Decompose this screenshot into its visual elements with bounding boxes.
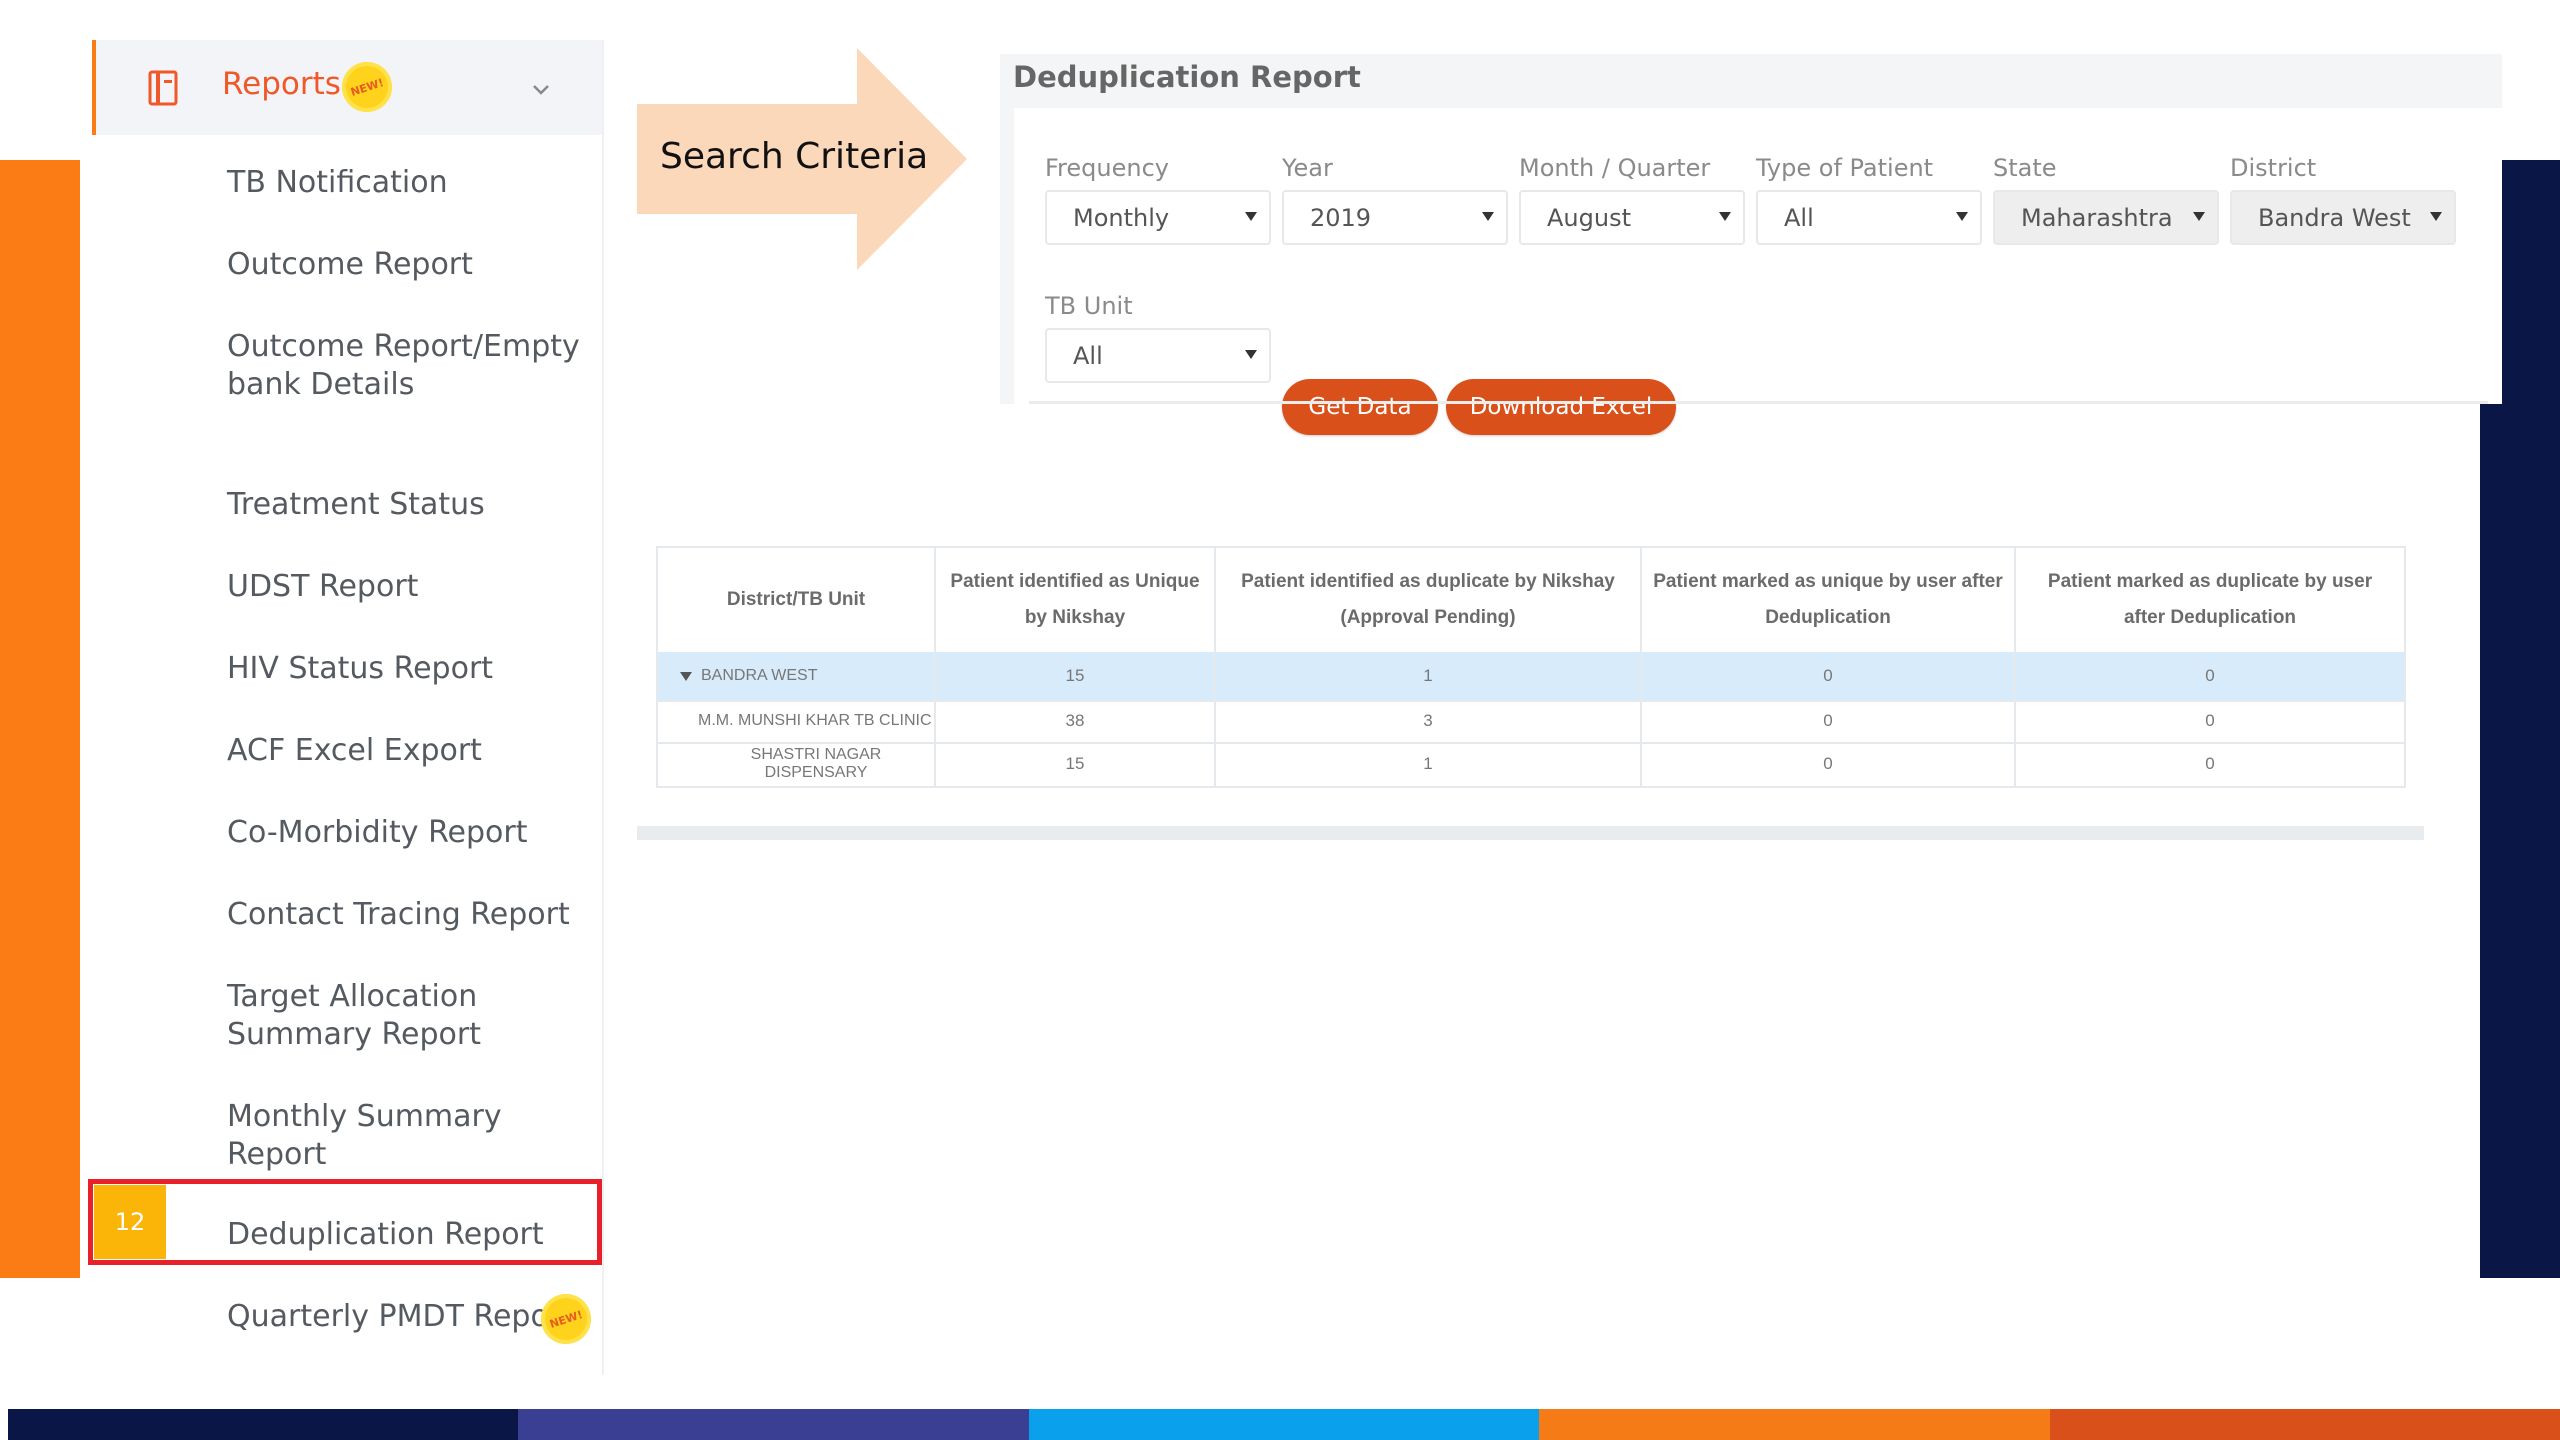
tb-unit-label: TB Unit: [1045, 292, 1133, 320]
search-criteria-label: Search Criteria: [660, 136, 929, 177]
dropdown-caret-icon: [1956, 212, 1968, 221]
dropdown-caret-icon: [2193, 212, 2205, 221]
expand-triangle-icon[interactable]: [680, 671, 692, 681]
state-value: Maharashtra: [2021, 203, 2173, 232]
report-panel: Deduplication Report Frequency Monthly Y…: [1000, 54, 2502, 435]
marked-unique-cell: 0: [1642, 652, 2016, 700]
unique-count-cell: 15: [936, 742, 1216, 786]
sidebar-item-outcome-report[interactable]: Outcome Report: [227, 246, 607, 284]
sidebar-item-acf-excel-export[interactable]: ACF Excel Export: [227, 732, 607, 770]
sidebar-item-contact-tracing[interactable]: Contact Tracing Report: [227, 896, 607, 934]
district-select[interactable]: Bandra West: [2230, 190, 2456, 245]
strip-segment-5: [2049, 1409, 2560, 1440]
strip-segment-2: [518, 1409, 1029, 1440]
district-label: District: [2230, 154, 2317, 182]
header-marked-duplicate: Patient marked as duplicate by user afte…: [2016, 548, 2404, 652]
header-unique-by-nikshay: Patient identified as Unique by Nikshay: [936, 548, 1216, 652]
sidebar-item-treatment-status[interactable]: Treatment Status: [227, 486, 607, 524]
table-row[interactable]: SHASTRI NAGAR DISPENSARY 15 1 0 0: [658, 742, 2404, 786]
get-data-button[interactable]: Get Data: [1282, 379, 1438, 435]
header-district-tb-unit: District/TB Unit: [658, 548, 936, 652]
tb-unit-name-cell: SHASTRI NAGAR DISPENSARY: [658, 742, 936, 786]
sidebar-item-quarterly-pmdt[interactable]: Quarterly PMDT Report: [227, 1298, 587, 1336]
sidebar-item-hiv-status[interactable]: HIV Status Report: [227, 650, 607, 688]
district-value: Bandra West: [2258, 203, 2411, 232]
deduplication-table: District/TB Unit Patient identified as U…: [656, 546, 2406, 788]
tb-unit-name-cell: M.M. MUNSHI KHAR TB CLINIC: [658, 700, 936, 742]
marked-unique-cell: 0: [1642, 700, 2016, 742]
duplicate-count-cell: 1: [1216, 742, 1642, 786]
sidebar-item-tb-notification[interactable]: TB Notification: [227, 164, 607, 202]
marked-duplicate-cell: 0: [2205, 711, 2215, 730]
sidebar-item-udst-report[interactable]: UDST Report: [227, 568, 607, 606]
sidebar: Reports NEW! TB Notification Outcome Rep…: [92, 40, 604, 1375]
orange-side-bar: [0, 160, 80, 1278]
marked-duplicate-cell: 0: [2205, 754, 2215, 773]
strip-segment-4: [1539, 1409, 2050, 1440]
state-select[interactable]: Maharashtra: [1993, 190, 2219, 245]
patient-type-value: All: [1784, 203, 1814, 232]
report-book-icon: [148, 70, 178, 106]
reports-menu-label: Reports: [222, 66, 341, 102]
patient-type-label: Type of Patient: [1756, 154, 1934, 182]
frequency-label: Frequency: [1045, 154, 1169, 182]
unique-count-cell: 15: [936, 652, 1216, 700]
dropdown-caret-icon: [1245, 212, 1257, 221]
frequency-value: Monthly: [1073, 203, 1170, 232]
year-value: 2019: [1310, 203, 1372, 232]
month-quarter-label: Month / Quarter: [1519, 154, 1711, 182]
table-header-row: District/TB Unit Patient identified as U…: [658, 548, 2404, 654]
state-label: State: [1993, 154, 2057, 182]
tb-unit-select[interactable]: All: [1045, 328, 1271, 383]
strip-segment-1: [8, 1409, 519, 1440]
strip-segment-3: [1028, 1409, 1540, 1440]
district-name: BANDRA WEST: [701, 667, 818, 684]
duplicate-count-cell: 1: [1216, 652, 1642, 700]
horizontal-scrollbar[interactable]: [637, 826, 2424, 840]
sidebar-item-co-morbidity[interactable]: Co-Morbidity Report: [227, 814, 607, 852]
color-strip: [8, 1409, 2560, 1440]
dropdown-caret-icon: [1245, 350, 1257, 359]
dropdown-caret-icon: [1482, 212, 1494, 221]
filter-form: Frequency Monthly Year 2019 Month / Quar…: [1014, 108, 2502, 435]
marked-unique-cell: 0: [1642, 742, 2016, 786]
month-quarter-value: August: [1547, 203, 1631, 232]
chevron-down-icon: [533, 85, 549, 95]
reports-menu-header[interactable]: Reports NEW!: [92, 40, 602, 135]
table-row[interactable]: M.M. MUNSHI KHAR TB CLINIC 38 3 0 0: [658, 700, 2404, 744]
district-cell[interactable]: BANDRA WEST: [658, 652, 936, 700]
step-number-badge: 12: [94, 1185, 166, 1259]
sidebar-item-target-allocation[interactable]: Target Allocation Summary Report: [227, 978, 607, 1054]
new-badge: NEW!: [335, 55, 399, 119]
month-quarter-select[interactable]: August: [1519, 190, 1745, 245]
frequency-select[interactable]: Monthly: [1045, 190, 1271, 245]
tb-unit-value: All: [1073, 341, 1103, 370]
sidebar-item-outcome-empty-bank[interactable]: Outcome Report/Empty bank Details: [227, 328, 607, 404]
unique-count-cell: 38: [936, 700, 1216, 742]
header-marked-unique: Patient marked as unique by user after D…: [1642, 548, 2016, 652]
table-row[interactable]: BANDRA WEST 15 1 0 0: [658, 652, 2404, 702]
year-select[interactable]: 2019: [1282, 190, 1508, 245]
panel-divider: [1029, 401, 2488, 404]
header-duplicate-by-nikshay: Patient identified as duplicate by Niksh…: [1216, 548, 1642, 652]
report-title: Deduplication Report: [1013, 60, 1361, 94]
patient-type-select[interactable]: All: [1756, 190, 1982, 245]
year-label: Year: [1282, 154, 1333, 182]
dropdown-caret-icon: [1719, 212, 1731, 221]
dropdown-caret-icon: [2430, 212, 2442, 221]
marked-duplicate-cell: 0: [2205, 666, 2215, 685]
duplicate-count-cell: 3: [1216, 700, 1642, 742]
sidebar-item-monthly-summary[interactable]: Monthly Summary Report: [227, 1098, 607, 1174]
download-excel-button[interactable]: Download Excel: [1446, 379, 1676, 435]
